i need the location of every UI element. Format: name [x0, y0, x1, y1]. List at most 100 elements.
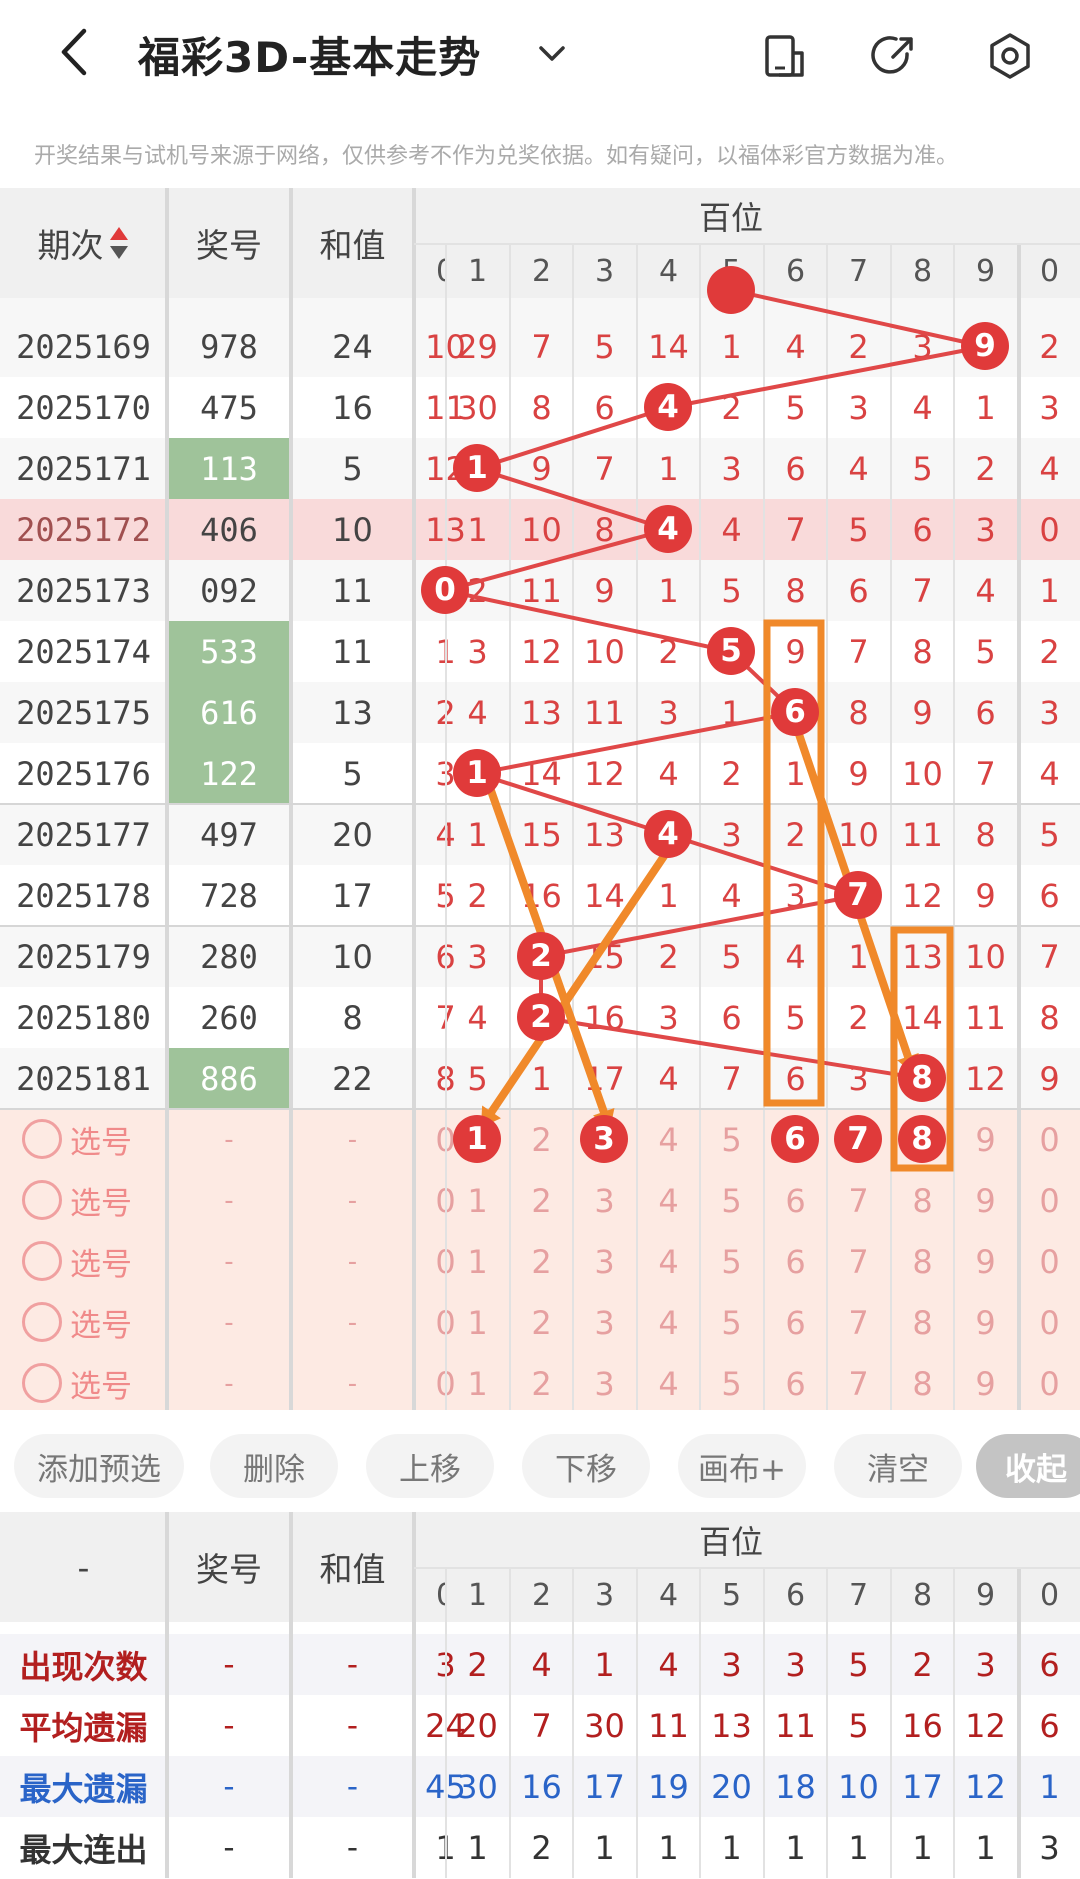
- select-digit[interactable]: 7: [827, 1231, 890, 1292]
- select-digit[interactable]: 5: [700, 1170, 763, 1231]
- toolbar-button-2[interactable]: 上移: [366, 1434, 494, 1498]
- select-digit[interactable]: 1: [446, 1170, 509, 1231]
- selected-digit-ball[interactable]: 3: [580, 1115, 628, 1163]
- share-button[interactable]: [864, 26, 924, 86]
- miss-value: 8: [531, 388, 552, 427]
- select-digit[interactable]: 4: [637, 1231, 700, 1292]
- rotate-screen-button[interactable]: [754, 26, 814, 86]
- select-digit[interactable]: 5: [700, 1109, 763, 1170]
- select-digit[interactable]: 5: [700, 1292, 763, 1353]
- select-digit[interactable]: 6: [764, 1170, 827, 1231]
- back-button[interactable]: [46, 22, 106, 82]
- select-digit[interactable]: 4: [637, 1292, 700, 1353]
- miss-value: 5: [1039, 815, 1060, 854]
- stats-row-sum: -: [346, 1707, 359, 1744]
- selected-digit-ball[interactable]: 8: [898, 1115, 946, 1163]
- toolbar-button-5[interactable]: 清空: [834, 1434, 962, 1498]
- select-label[interactable]: 选号: [70, 1353, 150, 1410]
- select-digit[interactable]: 0: [1018, 1109, 1080, 1170]
- select-digit[interactable]: 9: [954, 1231, 1017, 1292]
- phone-rotate-icon: [765, 35, 804, 77]
- select-digit[interactable]: 0: [1018, 1170, 1080, 1231]
- header-digit-4: 4: [637, 244, 700, 298]
- hit-ball: 2: [517, 993, 565, 1041]
- select-label[interactable]: 选号: [70, 1170, 150, 1231]
- select-radio[interactable]: [22, 1363, 62, 1403]
- miss-value: 8: [594, 510, 615, 549]
- toolbar-button-1[interactable]: 删除: [210, 1434, 338, 1498]
- select-digit[interactable]: 0: [1018, 1231, 1080, 1292]
- selected-digit-ball[interactable]: 7: [834, 1115, 882, 1163]
- miss-value: 12: [902, 876, 943, 915]
- select-digit[interactable]: 2: [510, 1109, 573, 1170]
- select-radio[interactable]: [22, 1180, 62, 1220]
- select-digit[interactable]: 9: [954, 1170, 1017, 1231]
- select-digit[interactable]: 6: [764, 1353, 827, 1410]
- stats-header-digit-4: 4: [637, 1568, 700, 1622]
- select-digit[interactable]: 6: [764, 1292, 827, 1353]
- select-digit[interactable]: 2: [510, 1170, 573, 1231]
- miss-value: 5: [721, 571, 742, 610]
- toolbar-button-0[interactable]: 添加预选: [14, 1434, 184, 1498]
- select-digit[interactable]: 3: [573, 1231, 636, 1292]
- select-digit[interactable]: 9: [954, 1109, 1017, 1170]
- select-digit[interactable]: 7: [827, 1292, 890, 1353]
- select-digit[interactable]: 8: [891, 1353, 954, 1410]
- page-title[interactable]: 福彩3D-基本走势: [138, 24, 481, 85]
- select-digit[interactable]: 5: [700, 1231, 763, 1292]
- select-digit[interactable]: 4: [637, 1353, 700, 1410]
- select-digit[interactable]: 0: [1018, 1353, 1080, 1410]
- select-digit[interactable]: 1: [446, 1231, 509, 1292]
- column-divider: [289, 1512, 293, 1878]
- select-digit[interactable]: 7: [827, 1353, 890, 1410]
- select-digit[interactable]: 2: [510, 1231, 573, 1292]
- select-radio[interactable]: [22, 1119, 62, 1159]
- select-digit[interactable]: 9: [954, 1353, 1017, 1410]
- select-digit[interactable]: 6: [764, 1231, 827, 1292]
- header-issue[interactable]: 期次: [0, 188, 167, 298]
- select-digit[interactable]: 0: [1018, 1292, 1080, 1353]
- select-digit[interactable]: 4: [637, 1109, 700, 1170]
- select-digit[interactable]: 3: [573, 1170, 636, 1231]
- select-digit[interactable]: 7: [827, 1170, 890, 1231]
- toolbar-button-3[interactable]: 下移: [522, 1434, 650, 1498]
- trend-table[interactable]: 期次奖号和值百位01234567890202516997824102975141…: [0, 188, 1080, 1410]
- toolbar-button-4[interactable]: 画布+: [678, 1434, 806, 1498]
- select-digit[interactable]: 3: [573, 1353, 636, 1410]
- select-digit[interactable]: 3: [573, 1292, 636, 1353]
- miss-value: 9: [912, 693, 933, 732]
- select-digit[interactable]: 4: [637, 1170, 700, 1231]
- selected-digit-ball[interactable]: 6: [771, 1115, 819, 1163]
- miss-value: 7: [531, 327, 552, 366]
- select-digit[interactable]: 2: [510, 1353, 573, 1410]
- row-issue: 2025176: [16, 754, 151, 793]
- select-digit[interactable]: 2: [510, 1292, 573, 1353]
- title-dropdown[interactable]: [532, 30, 572, 78]
- select-digit[interactable]: 9: [954, 1292, 1017, 1353]
- miss-value: 3: [975, 510, 996, 549]
- settings-button[interactable]: [980, 26, 1040, 86]
- select-digit[interactable]: 8: [891, 1292, 954, 1353]
- miss-value: 13: [521, 693, 562, 732]
- miss-value: 3: [467, 632, 488, 671]
- miss-value: 1: [658, 571, 679, 610]
- select-digit[interactable]: 8: [891, 1170, 954, 1231]
- miss-value: 1: [721, 693, 742, 732]
- select-digit[interactable]: 5: [700, 1353, 763, 1410]
- stats-value: 13: [711, 1706, 752, 1745]
- select-digit[interactable]: 8: [891, 1231, 954, 1292]
- action-toolbar: 添加预选 删除 上移 下移 画布+ 清空 收起: [0, 1410, 1080, 1512]
- select-label[interactable]: 选号: [70, 1292, 150, 1353]
- select-digit[interactable]: 1: [446, 1292, 509, 1353]
- select-radio[interactable]: [22, 1302, 62, 1342]
- select-label[interactable]: 选号: [70, 1109, 150, 1170]
- stats-value: 19: [648, 1767, 689, 1806]
- toolbar-button-6[interactable]: 收起: [976, 1434, 1080, 1498]
- select-digit[interactable]: 1: [446, 1353, 509, 1410]
- miss-value: 14: [584, 876, 625, 915]
- miss-value: 1: [721, 327, 742, 366]
- select-label[interactable]: 选号: [70, 1231, 150, 1292]
- row-number: 113: [167, 438, 291, 499]
- select-radio[interactable]: [22, 1241, 62, 1281]
- selected-digit-ball[interactable]: 1: [453, 1115, 501, 1163]
